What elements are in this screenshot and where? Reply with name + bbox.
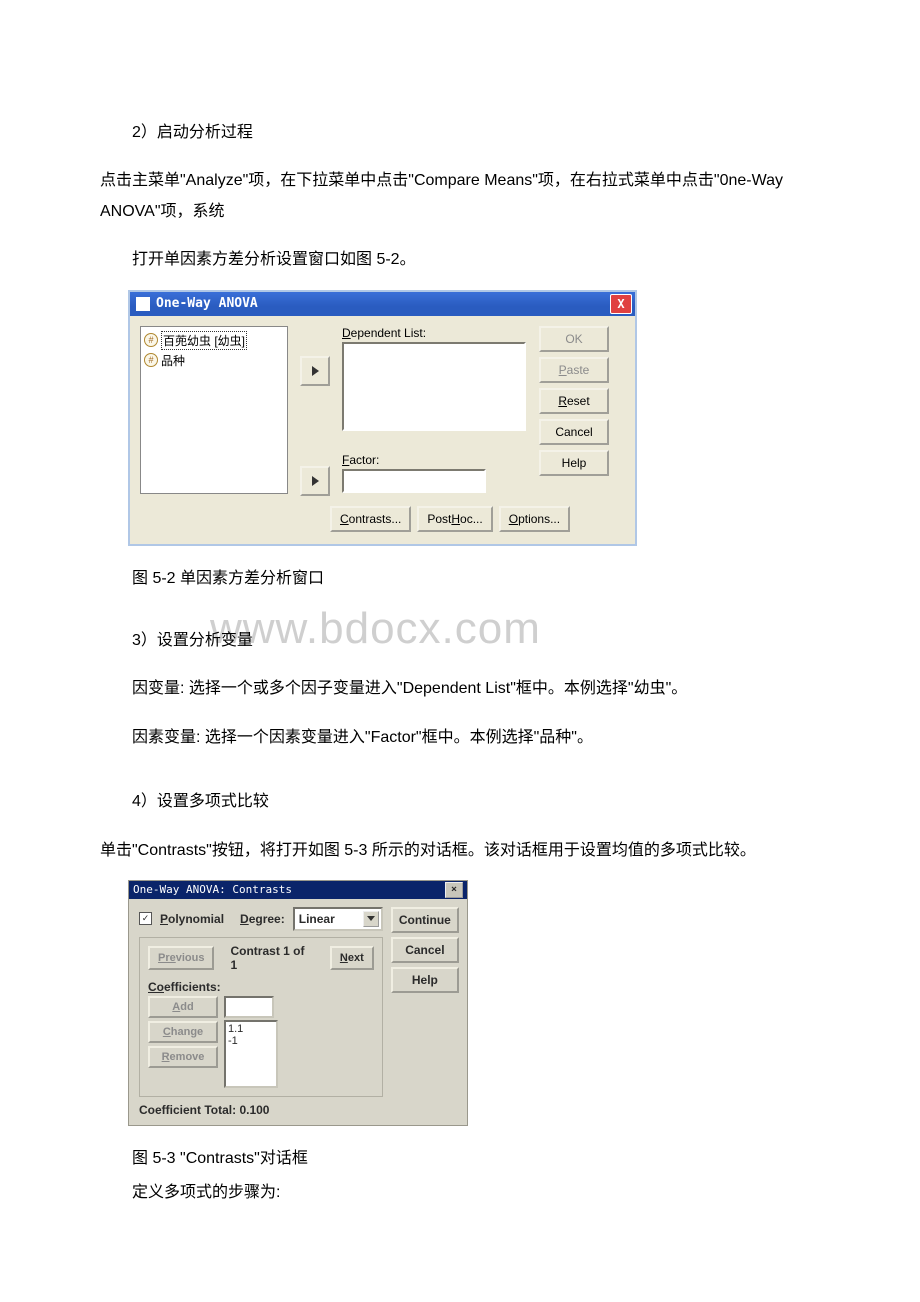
list-item[interactable]: # 百蔸幼虫 [幼虫]: [144, 330, 284, 351]
reset-button[interactable]: Reset: [539, 388, 609, 414]
dependent-list[interactable]: [342, 342, 526, 431]
remove-button[interactable]: Remove: [148, 1046, 218, 1068]
change-button[interactable]: Change: [148, 1021, 218, 1043]
variable-icon: #: [144, 353, 158, 367]
close-button[interactable]: ×: [445, 882, 463, 898]
figure-caption: 图 5-2 单因素方差分析窗口: [100, 564, 820, 594]
contrasts-dialog: One-Way ANOVA: Contrasts × ✓ Polynomial …: [128, 880, 468, 1126]
contrasts-button[interactable]: Contrasts...: [330, 506, 411, 532]
ok-button[interactable]: OK: [539, 326, 609, 352]
help-button[interactable]: Help: [391, 967, 459, 993]
move-to-dependent-button[interactable]: [300, 356, 330, 386]
paragraph: 点击主菜单"Analyze"项，在下拉菜单中点击"Compare Means"项…: [100, 166, 820, 227]
coefficients-label: Coefficients:: [148, 980, 374, 994]
arrow-right-icon: [312, 366, 319, 376]
move-to-factor-button[interactable]: [300, 466, 330, 496]
polynomial-checkbox[interactable]: ✓: [139, 912, 152, 925]
variable-name: 百蔸幼虫 [幼虫]: [161, 331, 247, 350]
factor-label: Factor:: [342, 453, 527, 467]
close-button[interactable]: X: [610, 294, 632, 314]
list-item[interactable]: -1: [228, 1035, 274, 1047]
paragraph: 3）设置分析变量: [100, 626, 820, 656]
source-variable-list[interactable]: # 百蔸幼虫 [幼虫] # 品种: [140, 326, 288, 494]
figure-caption: 图 5-3 "Contrasts"对话框: [100, 1144, 820, 1174]
degree-label: Degree:: [240, 912, 285, 926]
paragraph: 定义多项式的步骤为:: [100, 1178, 820, 1208]
add-button[interactable]: Add: [148, 996, 218, 1018]
close-icon: ×: [451, 884, 457, 895]
coefficient-total: Coefficient Total: 0.100: [139, 1103, 383, 1117]
dialog-title-bar: One-Way ANOVA: Contrasts ×: [129, 881, 467, 899]
paragraph: 因素变量: 选择一个因素变量进入"Factor"框中。本例选择"品种"。: [100, 723, 820, 753]
dialog-title: One-Way ANOVA: Contrasts: [133, 883, 292, 896]
dependent-list-label: Dependent List:: [342, 326, 527, 340]
cancel-button[interactable]: Cancel: [391, 937, 459, 963]
polynomial-label: Polynomial: [160, 912, 224, 926]
coefficient-input[interactable]: [224, 996, 274, 1018]
dropdown-arrow-icon: [363, 911, 379, 927]
paragraph: 4）设置多项式比较: [100, 787, 820, 817]
coefficient-list[interactable]: 1.1 -1: [224, 1020, 278, 1088]
list-item[interactable]: 1.1: [228, 1023, 274, 1035]
oneway-anova-dialog: One-Way ANOVA X # 百蔸幼虫 [幼虫] # 品种: [128, 290, 637, 546]
arrow-right-icon: [312, 476, 319, 486]
continue-button[interactable]: Continue: [391, 907, 459, 933]
close-icon: X: [617, 297, 624, 311]
variable-name: 品种: [161, 352, 185, 369]
previous-button[interactable]: Previous: [148, 946, 214, 970]
paragraph: 因变量: 选择一个或多个因子变量进入"Dependent List"框中。本例选…: [100, 674, 820, 704]
degree-value: Linear: [299, 912, 335, 926]
list-item[interactable]: # 品种: [144, 351, 284, 370]
dialog-title: One-Way ANOVA: [156, 296, 258, 311]
dialog-title-bar: One-Way ANOVA X: [130, 292, 635, 316]
post-hoc-button[interactable]: Post Hoc...: [417, 506, 492, 532]
paragraph: 打开单因素方差分析设置窗口如图 5-2。: [100, 245, 820, 275]
app-icon: [136, 297, 150, 311]
paragraph: 2）启动分析过程: [100, 118, 820, 148]
paste-button[interactable]: Paste: [539, 357, 609, 383]
help-button[interactable]: Help: [539, 450, 609, 476]
options-button[interactable]: Options...: [499, 506, 570, 532]
degree-select[interactable]: Linear: [293, 907, 383, 931]
factor-input[interactable]: [342, 469, 486, 493]
next-button[interactable]: Next: [330, 946, 374, 970]
cancel-button[interactable]: Cancel: [539, 419, 609, 445]
paragraph: 单击"Contrasts"按钮，将打开如图 5-3 所示的对话框。该对话框用于设…: [100, 836, 820, 866]
contrast-counter: Contrast 1 of 1: [230, 944, 313, 972]
variable-icon: #: [144, 333, 158, 347]
